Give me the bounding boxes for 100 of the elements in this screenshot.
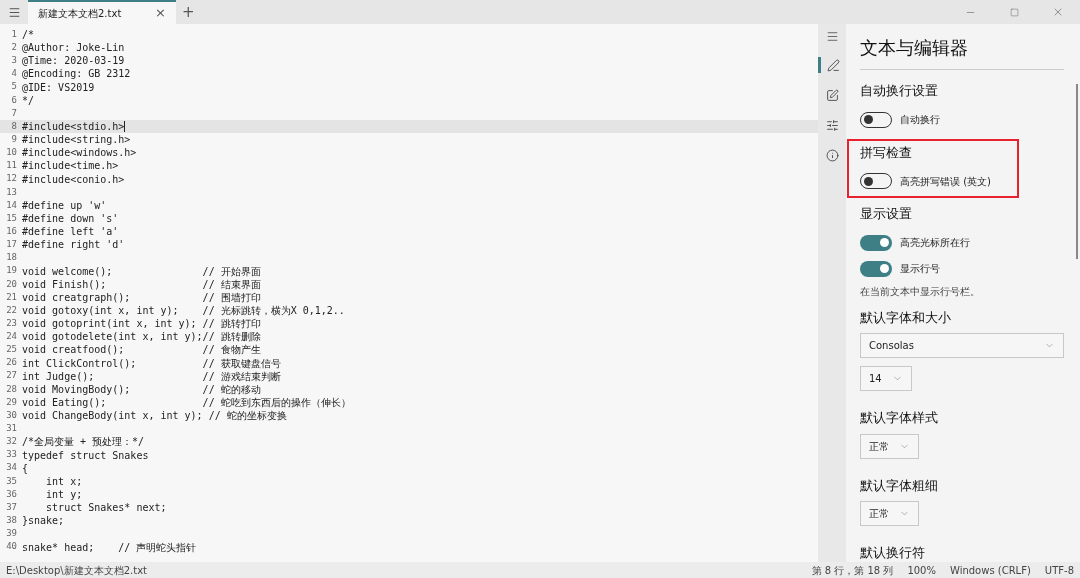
- line-number: 10: [5, 146, 18, 160]
- code-line: #define left 'a': [22, 225, 119, 239]
- line-number: 18: [5, 251, 18, 265]
- editor-area[interactable]: [0, 24, 818, 562]
- new-tab-button[interactable]: +: [182, 0, 195, 24]
- dropdown[interactable]: 正常: [860, 501, 919, 526]
- code-line: @Encoding: GB 2312: [22, 67, 131, 81]
- cursor-position: 第 8 行，第 18 列: [811, 563, 894, 578]
- line-number: 37: [5, 500, 18, 514]
- code-line: void MovingBody(); // 蛇的移动: [22, 382, 261, 396]
- section-heading: 默认字体粗细: [860, 476, 939, 495]
- info-icon: [825, 148, 839, 162]
- code-line: */: [22, 93, 35, 107]
- line-number: 24: [5, 330, 18, 344]
- line-number: 17: [5, 238, 18, 252]
- close-tab-button[interactable]: ×: [155, 3, 166, 23]
- line-number: 6: [10, 93, 18, 107]
- text-cursor: [124, 121, 126, 133]
- dropdown[interactable]: 正常: [860, 433, 919, 459]
- section-heading: 默认字体和大小: [860, 308, 952, 327]
- line-number: 23: [5, 316, 18, 330]
- code-line: typedef struct Snakes: [22, 448, 149, 462]
- pen-icon: [827, 58, 840, 72]
- code-line: #define down 's': [22, 212, 119, 226]
- code-line: void gotoxy(int x, int y); // 光标跳转，横为X 0,1,2..: [22, 304, 345, 317]
- line-number: 28: [5, 382, 18, 396]
- section-heading: 拼写检查: [860, 143, 913, 162]
- code-line: @IDE: VS2019: [22, 80, 95, 94]
- toggle-label: 自动换行: [900, 113, 940, 127]
- line-ending[interactable]: Windows (CRLF): [949, 562, 1031, 578]
- file-path: E:\Desktop\新建文本文档2.txt: [6, 563, 147, 578]
- line-number: 38: [5, 514, 18, 528]
- toggle-switch[interactable]: [860, 260, 892, 277]
- line-number: 12: [5, 172, 18, 186]
- line-number: 3: [10, 54, 18, 68]
- sliders-icon: [825, 118, 839, 132]
- code-line: {: [22, 461, 29, 475]
- line-number: 21: [5, 290, 18, 304]
- code-line: int x;: [45, 474, 83, 488]
- code-line: void ChangeBody(int x, int y); // 蛇的坐标变换: [22, 409, 287, 423]
- line-number: 32: [5, 435, 18, 449]
- menu-icon[interactable]: [825, 30, 839, 43]
- line-number: 36: [5, 487, 18, 501]
- dropdown[interactable]: 14: [860, 366, 912, 391]
- code-line: void gotoprint(int x, int y); // 跳转打印: [22, 317, 261, 331]
- toggle-label: 高亮光标所在行: [900, 236, 970, 250]
- toggle-label: 显示行号: [900, 262, 940, 276]
- line-number: 26: [5, 356, 18, 370]
- line-number: 15: [5, 211, 18, 225]
- line-number: 39: [5, 527, 18, 541]
- section-heading: 默认换行符: [860, 544, 926, 562]
- dropdown[interactable]: Consolas: [860, 333, 1064, 358]
- code-line: #include<conio.h>: [22, 172, 125, 186]
- panel-title: 文本与编辑器: [860, 34, 1064, 70]
- scrollbar[interactable]: [1076, 84, 1078, 259]
- line-number: 31: [5, 422, 18, 436]
- code-line: #include<windows.h>: [22, 146, 137, 160]
- line-number: 14: [5, 198, 18, 212]
- code-line: #include<string.h>: [22, 133, 131, 147]
- tab-title: 新建文本文档2.txt: [38, 6, 122, 21]
- line-number: 13: [5, 185, 18, 199]
- line-number: 7: [10, 106, 18, 120]
- code-line: int y;: [45, 488, 83, 501]
- code-line: #define up 'w': [22, 198, 107, 212]
- code-line: int Judge(); // 游戏结束判断: [22, 369, 281, 383]
- code-line: #include<stdio.h>: [22, 120, 125, 134]
- code-line: snake* head; // 声明蛇头指针: [22, 540, 197, 554]
- code-line: void creatfood(); // 食物产生: [22, 343, 261, 357]
- line-number: 2: [10, 40, 18, 54]
- code-line: void welcome(); // 开始界面: [22, 264, 261, 278]
- line-number: 8: [10, 119, 18, 133]
- line-number: 34: [5, 461, 18, 475]
- line-number: 9: [10, 132, 18, 146]
- code-line: #define right 'd': [22, 238, 125, 252]
- code-line: @Time: 2020-03-19: [22, 54, 125, 68]
- line-number: 33: [5, 448, 18, 462]
- encoding[interactable]: UTF-8: [1044, 562, 1074, 578]
- edit-icon: [825, 88, 839, 102]
- toggle-label: 高亮拼写错误 (英文): [900, 174, 991, 189]
- code-line: }snake;: [22, 514, 65, 528]
- code-line: void creatgraph(); // 围墙打印: [22, 290, 261, 304]
- zoom-level[interactable]: 100%: [907, 562, 936, 578]
- toggle-switch[interactable]: [860, 234, 892, 251]
- line-number: 5: [10, 80, 18, 94]
- code-line: void Finish(); // 结束界面: [22, 277, 261, 291]
- line-number: 11: [5, 159, 18, 173]
- code-line: int ClickControl(); // 获取键盘信号: [22, 356, 281, 370]
- line-number: 19: [5, 264, 18, 278]
- line-number: 20: [5, 277, 18, 291]
- file-tab[interactable]: 新建文本文档2.txt ×: [28, 0, 176, 24]
- line-number: 16: [5, 224, 18, 238]
- line-number: 35: [5, 474, 18, 488]
- section-heading: 显示设置: [860, 205, 913, 223]
- line-number: 29: [5, 395, 18, 409]
- setting-description: 在当前文本中显示行号栏。: [860, 284, 981, 299]
- code-line: struct Snakes* next;: [45, 501, 167, 515]
- code-line: /*全局变量 + 预处理：*/: [22, 435, 145, 449]
- code-line: @Author: Joke-Lin: [22, 41, 125, 55]
- line-number: 4: [10, 67, 18, 81]
- line-number: 40: [5, 540, 18, 554]
